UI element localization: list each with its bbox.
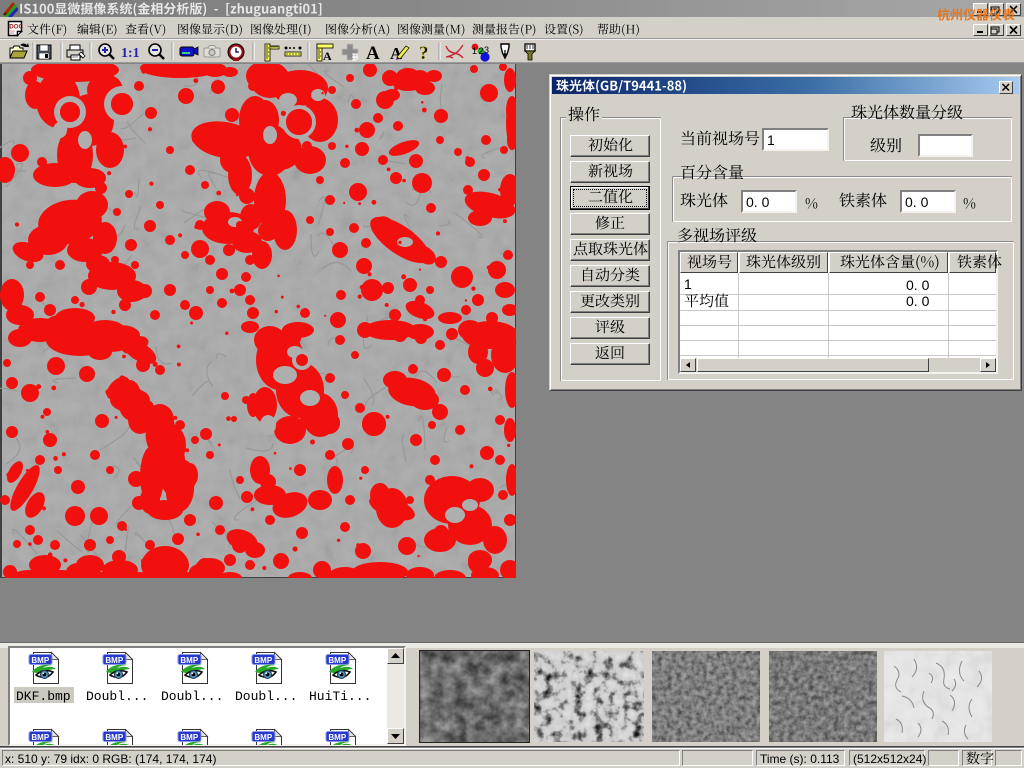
- svg-text:BMP: BMP: [105, 656, 123, 665]
- svg-text:BMP: BMP: [328, 733, 346, 742]
- svg-text:DOC: DOC: [9, 23, 23, 30]
- svg-text:3: 3: [484, 45, 489, 55]
- svg-text:BMP: BMP: [328, 656, 346, 665]
- svg-text:1: 1: [472, 46, 477, 56]
- svg-text:BMP: BMP: [254, 733, 272, 742]
- svg-text:BMP: BMP: [31, 733, 49, 742]
- svg-text:1:1: 1:1: [121, 46, 140, 61]
- svg-text:?: ?: [419, 43, 429, 64]
- svg-text:BMP: BMP: [180, 656, 198, 665]
- svg-text:A: A: [366, 43, 380, 64]
- svg-text:BMP: BMP: [31, 656, 49, 665]
- svg-text:BMP: BMP: [254, 656, 272, 665]
- svg-text:2: 2: [479, 46, 484, 56]
- svg-text:BMP: BMP: [105, 733, 123, 742]
- svg-text:BMP: BMP: [180, 733, 198, 742]
- svg-text:A: A: [323, 49, 332, 63]
